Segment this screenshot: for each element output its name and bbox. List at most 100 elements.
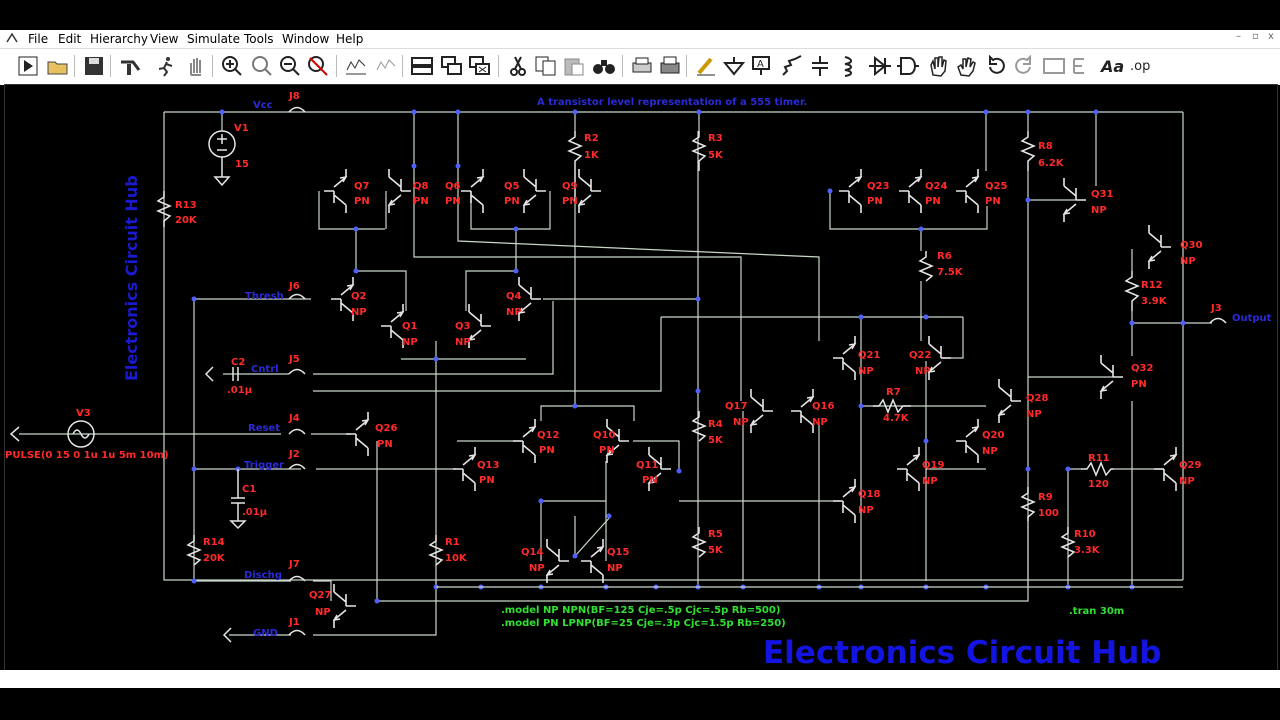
close-all-icon[interactable] xyxy=(468,54,492,78)
pick-visible-traces-icon[interactable] xyxy=(374,54,398,78)
drag-icon[interactable] xyxy=(954,54,978,78)
zoom-out-icon[interactable] xyxy=(278,54,302,78)
save-icon[interactable] xyxy=(82,54,106,78)
open-icon[interactable] xyxy=(46,54,70,78)
svg-text:Vcc: Vcc xyxy=(253,100,273,111)
svg-text:NP: NP xyxy=(922,476,938,487)
close-button[interactable]: x xyxy=(1268,31,1274,42)
source-and-cap-symbols xyxy=(9,106,1227,643)
spice-directive-icon[interactable]: .op xyxy=(1130,54,1154,78)
svg-text:NP: NP xyxy=(915,366,931,377)
svg-text:C1: C1 xyxy=(242,484,256,495)
svg-text:R9: R9 xyxy=(1038,492,1053,503)
svg-text:Q16: Q16 xyxy=(812,401,834,412)
svg-text:Q5: Q5 xyxy=(504,181,520,192)
paste-icon[interactable] xyxy=(562,54,586,78)
svg-text:.01µ: .01µ xyxy=(227,385,253,396)
junction-dots xyxy=(191,109,1186,604)
restore-button[interactable]: ▫ xyxy=(1252,31,1259,42)
svg-text:Q1: Q1 xyxy=(402,321,418,332)
cut-icon[interactable] xyxy=(506,54,530,78)
control-panel-icon[interactable] xyxy=(118,54,142,78)
menu-file[interactable]: File xyxy=(28,32,48,46)
minimize-button[interactable]: – xyxy=(1236,31,1241,42)
svg-text:Q2: Q2 xyxy=(351,291,367,302)
svg-text:NP: NP xyxy=(1179,476,1195,487)
svg-text:GND: GND xyxy=(253,628,278,639)
svg-text:.model NP NPN(BF=125 Cje=.5p C: .model NP NPN(BF=125 Cje=.5p Cjc=.5p Rb=… xyxy=(501,605,780,616)
inductor-icon[interactable] xyxy=(836,54,860,78)
schematic-canvas[interactable]: V1 15 R13 20K R2 1K R3 5K R8 6.2K Q7 PN Q8 PN Q… xyxy=(4,84,1278,672)
svg-text:NP: NP xyxy=(1026,409,1042,420)
svg-text:J4: J4 xyxy=(288,413,300,424)
svg-text:Q14: Q14 xyxy=(521,547,543,558)
menu-simulate[interactable]: Simulate xyxy=(187,32,240,46)
svg-text:Q6: Q6 xyxy=(445,181,461,192)
svg-text:Q22: Q22 xyxy=(909,350,931,361)
zoom-fit-icon[interactable] xyxy=(250,54,274,78)
svg-text:J7: J7 xyxy=(288,559,300,570)
svg-text:NP: NP xyxy=(529,563,545,574)
svg-text:A transistor level representat: A transistor level representation of a 5… xyxy=(537,97,807,108)
svg-text:A: A xyxy=(757,59,764,70)
svg-text:NP: NP xyxy=(315,607,331,618)
svg-text:120: 120 xyxy=(1088,479,1109,490)
svg-text:C2: C2 xyxy=(231,357,245,368)
svg-text:Thresh: Thresh xyxy=(245,291,284,302)
autorange-icon[interactable] xyxy=(344,54,368,78)
svg-text:Cntrl: Cntrl xyxy=(251,364,279,375)
svg-text:4.7K: 4.7K xyxy=(883,413,910,424)
svg-text:NP: NP xyxy=(351,307,367,318)
menu-edit[interactable]: Edit xyxy=(58,32,81,46)
halt-icon[interactable] xyxy=(154,54,178,78)
mirror-icon[interactable] xyxy=(1070,54,1094,78)
svg-text:R12: R12 xyxy=(1141,280,1163,291)
rotate-icon[interactable] xyxy=(1042,54,1066,78)
svg-text:Q24: Q24 xyxy=(925,181,947,192)
capacitor-icon[interactable] xyxy=(808,54,832,78)
zoom-in-icon[interactable] xyxy=(220,54,244,78)
ground-icon[interactable] xyxy=(722,54,746,78)
svg-text:R7: R7 xyxy=(886,387,901,398)
undo-icon[interactable] xyxy=(984,54,1008,78)
redo-icon[interactable] xyxy=(1012,54,1036,78)
svg-text:PN: PN xyxy=(867,196,883,207)
svg-text:20K: 20K xyxy=(175,215,198,226)
component-icon[interactable] xyxy=(896,54,920,78)
draw-wire-icon[interactable] xyxy=(694,54,718,78)
print-preview-icon[interactable] xyxy=(630,54,654,78)
cascade-icon[interactable] xyxy=(440,54,464,78)
svg-text:Q17: Q17 xyxy=(725,401,747,412)
cancel-zoom-icon[interactable] xyxy=(306,54,330,78)
menu-tools[interactable]: Tools xyxy=(244,32,274,46)
app-icon[interactable] xyxy=(6,32,18,44)
svg-text:J2: J2 xyxy=(288,449,300,460)
move-icon[interactable] xyxy=(926,54,950,78)
find-icon[interactable] xyxy=(592,54,616,78)
print-icon[interactable] xyxy=(658,54,682,78)
svg-text:NP: NP xyxy=(733,417,749,428)
menu-window[interactable]: Window xyxy=(282,32,329,46)
svg-text:V3: V3 xyxy=(76,408,91,419)
svg-text:PN: PN xyxy=(642,475,658,486)
menu-view[interactable]: View xyxy=(150,32,178,46)
svg-text:NP: NP xyxy=(455,337,471,348)
svg-text:6.2K: 6.2K xyxy=(1038,158,1065,169)
diode-icon[interactable] xyxy=(868,54,892,78)
svg-text:.model PN LPNP(BF=25 Cje=.3p C: .model PN LPNP(BF=25 Cje=.3p Cjc=1.5p Rb… xyxy=(501,618,786,629)
menu-hierarchy[interactable]: Hierarchy xyxy=(90,32,148,46)
copy-icon[interactable] xyxy=(534,54,558,78)
schematic-drawing[interactable]: V1 15 R13 20K R2 1K R3 5K R8 6.2K Q7 PN Q8 PN Q… xyxy=(5,85,1277,671)
svg-text:Q23: Q23 xyxy=(867,181,889,192)
tile-icon[interactable] xyxy=(410,54,434,78)
svg-text:PN: PN xyxy=(413,196,429,207)
svg-text:100: 100 xyxy=(1038,508,1059,519)
menu-help[interactable]: Help xyxy=(336,32,363,46)
resistor-icon[interactable] xyxy=(780,54,804,78)
svg-text:7.5K: 7.5K xyxy=(937,267,964,278)
label-net-icon[interactable]: A xyxy=(750,54,774,78)
run-icon[interactable] xyxy=(16,54,40,78)
svg-text:.01µ: .01µ xyxy=(242,507,268,518)
text-icon[interactable]: Aa xyxy=(1100,54,1124,78)
pan-icon[interactable] xyxy=(184,54,208,78)
